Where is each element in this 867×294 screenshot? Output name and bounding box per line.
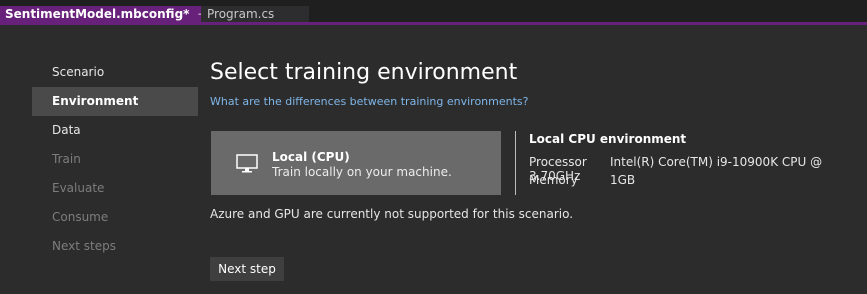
next-step-button[interactable]: Next step: [210, 257, 284, 281]
memory-value: 1GB: [610, 173, 636, 187]
sidebar-item-train: Train: [52, 152, 81, 166]
processor-label: Processor: [529, 155, 587, 169]
tab-title: SentimentModel.mbconfig*: [5, 7, 190, 21]
environment-details-title: Local CPU environment: [529, 132, 687, 146]
tab-title: Program.cs: [207, 7, 275, 21]
sidebar-item-environment[interactable]: Environment: [32, 87, 198, 116]
env-card-title: Local (CPU): [272, 150, 350, 164]
tab-bar-accent-line: [0, 22, 867, 25]
tab-sentimentmodel-mbconfig[interactable]: SentimentModel.mbconfig* ⊣ ✕: [0, 6, 227, 22]
sidebar-item-next-steps: Next steps: [52, 239, 116, 253]
sidebar-item-data[interactable]: Data: [32, 116, 198, 145]
sidebar-item-scenario[interactable]: Scenario: [32, 58, 198, 87]
local-cpu-option-card[interactable]: Local (CPU) Train locally on your machin…: [211, 131, 501, 195]
tab-program-cs[interactable]: Program.cs: [201, 6, 309, 22]
memory-row: Memory 1GB: [529, 173, 635, 187]
page-title: Select training environment: [210, 60, 518, 85]
sidebar-item-consume: Consume: [52, 210, 109, 224]
unsupported-notice: Azure and GPU are currently not supporte…: [210, 207, 574, 221]
monitor-icon: [236, 154, 258, 178]
details-divider: [515, 131, 516, 195]
environment-differences-link[interactable]: What are the differences between trainin…: [210, 95, 528, 108]
memory-label: Memory: [529, 173, 578, 187]
sidebar-item-evaluate: Evaluate: [52, 181, 105, 195]
env-card-description: Train locally on your machine.: [272, 165, 452, 179]
step-navigation: Scenario Environment Data Train Evaluate…: [32, 58, 198, 261]
